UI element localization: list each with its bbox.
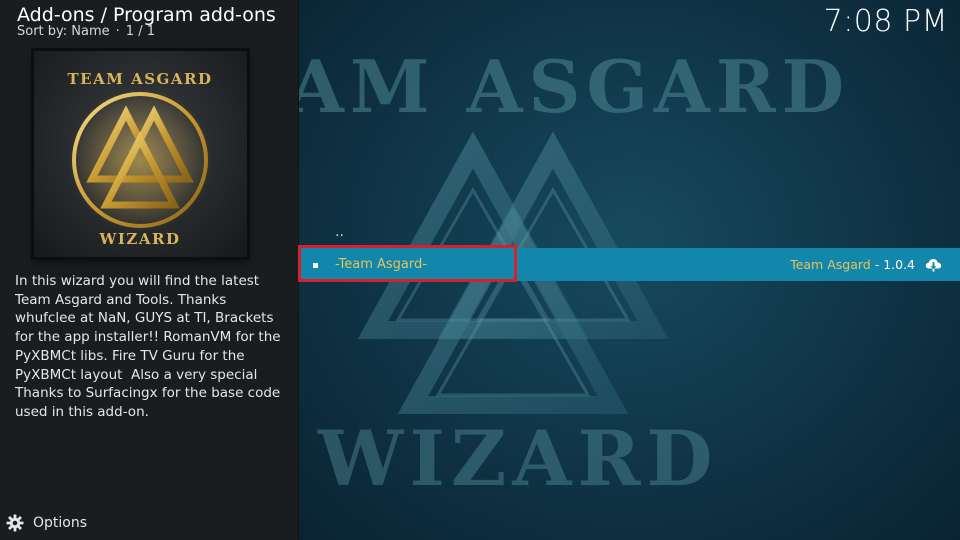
logo-text-top: TEAM ASGARD: [68, 70, 213, 88]
sort-separator: ·: [115, 24, 120, 39]
logo-text-bottom: WIZARD: [99, 230, 181, 248]
breadcrumb: Add-ons / Program add-ons: [17, 4, 276, 26]
options-button[interactable]: Options: [6, 514, 87, 532]
clock: 7:08 PM: [823, 4, 948, 39]
sort-label[interactable]: Sort by: Name: [17, 24, 110, 39]
addon-separator: -: [870, 257, 884, 272]
addon-description: In this wizard you will find the latest …: [15, 273, 285, 420]
addon-version: 1.0.4: [883, 257, 915, 272]
options-label: Options: [33, 515, 88, 531]
kodi-addons-screen: AM ASGARD WIZARD 7:08 PM Add-ons / Progr…: [0, 0, 960, 540]
fanart-title-top: AM ASGARD: [298, 44, 850, 129]
info-panel: Add-ons / Program add-ons Sort by: Name ·…: [0, 0, 299, 540]
sort-info: Sort by: Name · 1 / 1: [17, 24, 155, 39]
parent-folder-label: ..: [335, 224, 344, 240]
gear-icon: [6, 514, 24, 532]
addon-thumbnail: TEAM ASGARD WIZARD: [34, 51, 247, 257]
cloud-download-icon: [925, 256, 942, 273]
page-counter: 1 / 1: [125, 24, 155, 39]
addon-meta: Team Asgard - 1.0.4: [790, 257, 915, 272]
parent-folder-item[interactable]: ..: [298, 218, 960, 246]
annotation-highlight-box: [298, 245, 517, 282]
fanart-title-bottom: WIZARD: [317, 414, 718, 503]
addon-author: Team Asgard: [790, 257, 871, 272]
team-asgard-logo: TEAM ASGARD WIZARD: [68, 70, 213, 248]
logo-glow: [68, 88, 212, 232]
